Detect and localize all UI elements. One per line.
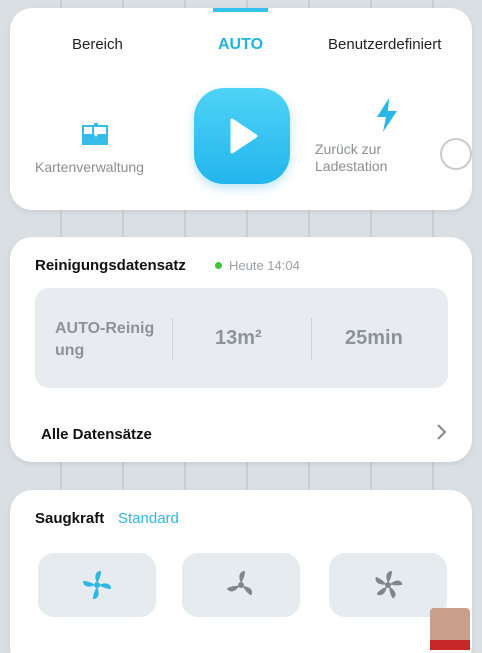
divider xyxy=(311,318,312,360)
tab-bereich[interactable]: Bereich xyxy=(72,36,123,53)
fan-icon xyxy=(375,571,403,599)
all-records-label: Alle Datensätze xyxy=(41,426,152,443)
record-area: 13m² xyxy=(215,327,262,349)
tab-auto[interactable]: AUTO xyxy=(218,36,263,54)
selector-circle[interactable] xyxy=(440,138,472,170)
play-icon xyxy=(230,118,258,154)
active-tab-indicator xyxy=(213,8,268,12)
record-duration: 25min xyxy=(345,327,403,349)
dock-label-line2: Ladestation xyxy=(315,158,388,174)
start-cleaning-button[interactable] xyxy=(194,88,290,184)
mode-card: Bereich AUTO Benutzerdefiniert Kartenver… xyxy=(10,8,472,210)
suction-title: Saugkraft xyxy=(35,510,105,527)
dock-label-line1: Zurück zur xyxy=(315,141,382,157)
channel-avatar xyxy=(430,608,470,644)
divider xyxy=(172,318,173,360)
suction-level-3-button[interactable] xyxy=(329,553,447,617)
record-title: Reinigungsdatensatz xyxy=(35,257,186,274)
status-dot xyxy=(215,262,222,269)
return-to-dock-label: Zurück zur Ladestation xyxy=(315,141,387,175)
channel-avatar-badge xyxy=(430,640,470,650)
record-summary-panel[interactable]: AUTO-Reinig ung 13m² 25min xyxy=(35,288,448,388)
record-mode: AUTO-Reinig ung xyxy=(55,318,173,362)
suction-value: Standard xyxy=(118,510,179,527)
map-icon xyxy=(82,123,108,145)
suction-power-card: Saugkraft Standard xyxy=(10,490,472,653)
bolt-icon xyxy=(375,98,399,132)
tab-custom[interactable]: Benutzerdefiniert xyxy=(328,36,441,53)
fan-icon xyxy=(83,571,111,599)
suction-level-1-button[interactable] xyxy=(38,553,156,617)
cleaning-record-card: Reinigungsdatensatz Heute 14:04 AUTO-Rei… xyxy=(10,237,472,462)
chevron-right-icon xyxy=(435,423,447,446)
record-mode-line1: AUTO-Reinig xyxy=(55,320,155,337)
record-mode-line2: ung xyxy=(55,342,85,359)
fan-icon xyxy=(226,571,253,596)
map-management-label: Kartenverwaltung xyxy=(35,159,144,175)
record-time: Heute 14:04 xyxy=(229,258,300,273)
suction-level-2-button[interactable] xyxy=(182,553,300,617)
